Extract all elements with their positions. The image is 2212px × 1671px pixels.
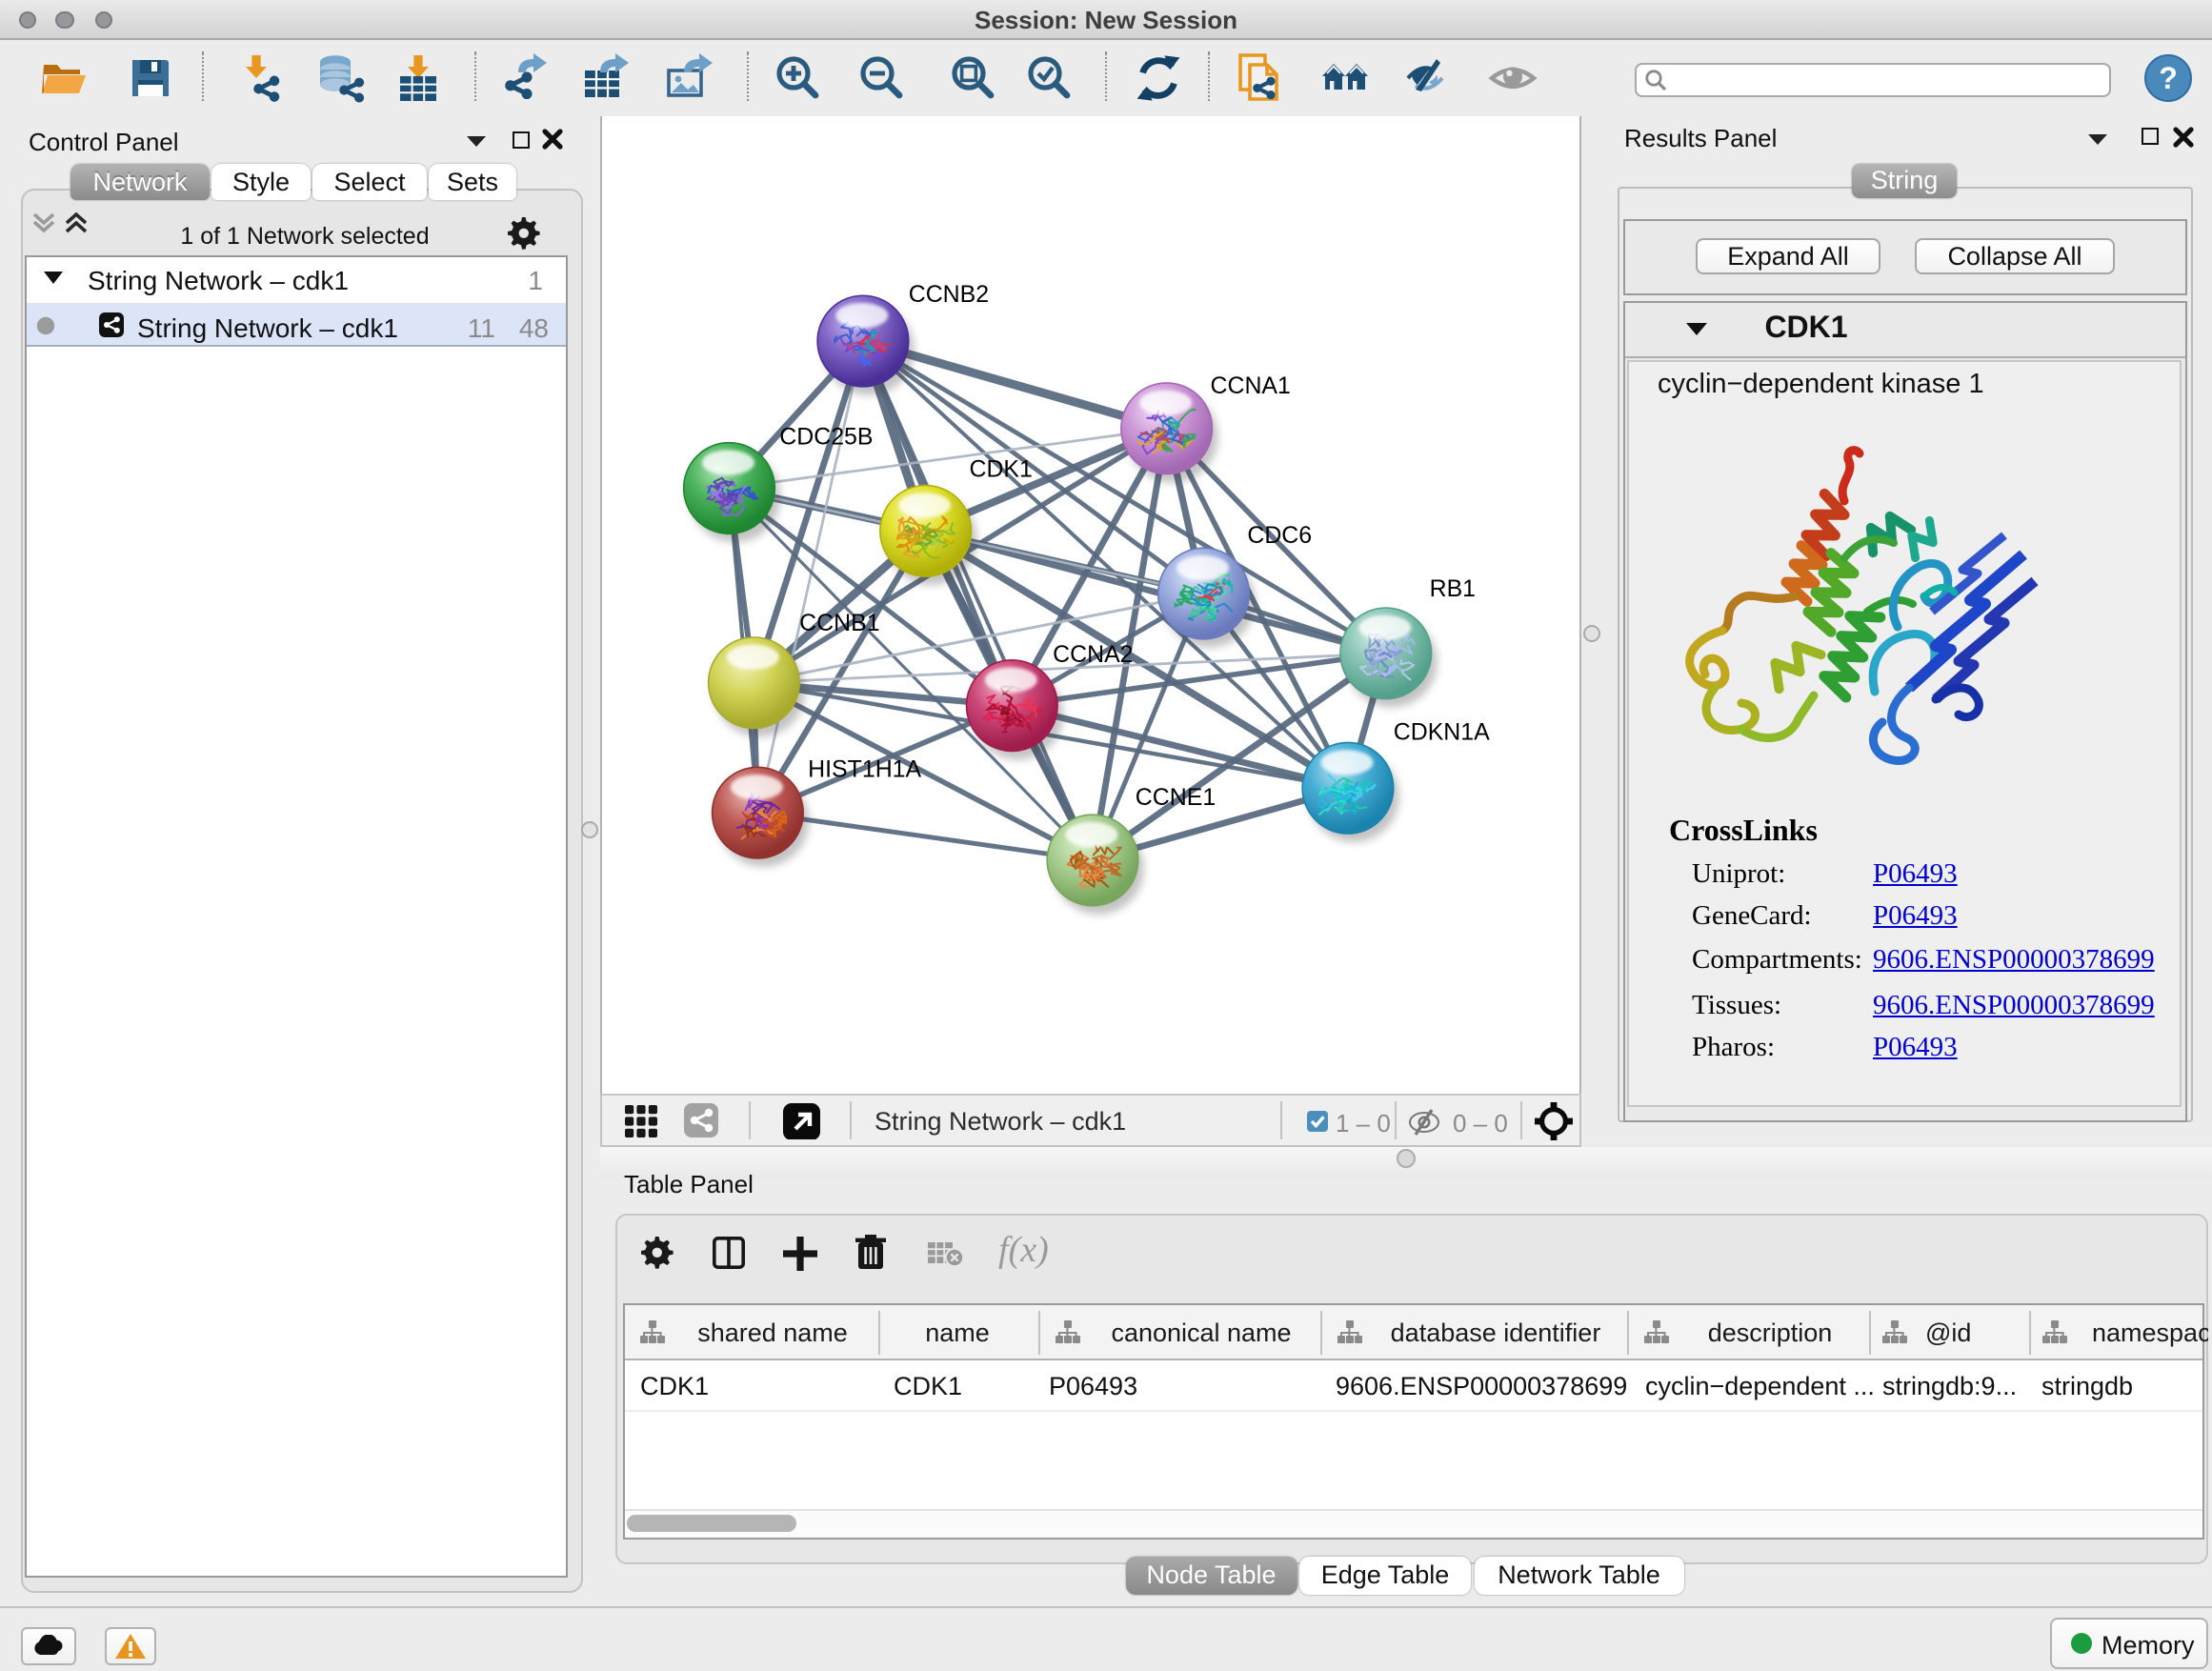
svg-text:CDK1: CDK1 bbox=[968, 456, 1031, 483]
svg-text:CCNB1: CCNB1 bbox=[798, 610, 878, 636]
svg-text:CCNE1: CCNE1 bbox=[1135, 784, 1215, 811]
svg-text:RB1: RB1 bbox=[1429, 575, 1475, 602]
svg-text:HIST1H1A: HIST1H1A bbox=[807, 755, 920, 782]
svg-text:CDKN1A: CDKN1A bbox=[1393, 718, 1489, 745]
svg-text:CCNB2: CCNB2 bbox=[908, 281, 988, 308]
svg-text:?: ? bbox=[2159, 61, 2178, 95]
svg-text:CDC6: CDC6 bbox=[1246, 522, 1311, 549]
svg-text:CCNA2: CCNA2 bbox=[1052, 641, 1132, 668]
svg-text:CCNA1: CCNA1 bbox=[1210, 372, 1290, 399]
svg-text:CDC25B: CDC25B bbox=[778, 424, 872, 451]
